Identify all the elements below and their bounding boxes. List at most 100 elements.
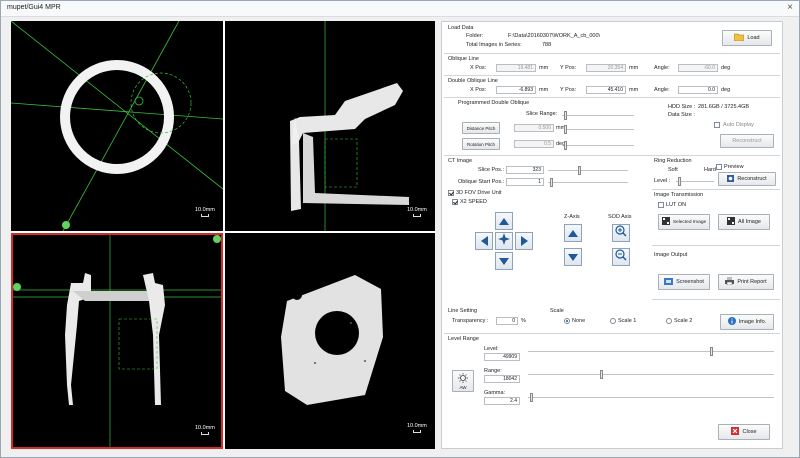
gamma-field[interactable]: 2.4 — [484, 397, 520, 405]
slider-thumb[interactable] — [578, 166, 581, 175]
slice-range-slider[interactable] — [562, 111, 634, 120]
range-slider[interactable] — [528, 370, 774, 379]
oblique-angle-field[interactable]: -60.0 — [678, 64, 718, 72]
level-field[interactable]: 49909 — [484, 353, 520, 361]
viewport-axial[interactable]: 10.0mm — [11, 21, 223, 231]
level-slider[interactable] — [528, 347, 774, 356]
print-report-button[interactable]: Print Report — [718, 274, 774, 290]
viewport-grid: 10.0mm 10.0mm 10.0mm 10.0mm — [11, 21, 435, 449]
selected-image-button[interactable]: Selected Image — [658, 214, 710, 230]
section-title: Line Setting — [448, 308, 478, 314]
move-right-button[interactable] — [515, 232, 533, 250]
zoom-out-button[interactable] — [612, 248, 630, 266]
zoom-in-button[interactable] — [612, 224, 630, 242]
section-title: Oblique Line — [448, 56, 479, 62]
x2-speed-checkbox[interactable] — [452, 199, 458, 205]
auto-window-button[interactable]: AW — [452, 370, 474, 392]
unit-label: mm — [539, 65, 549, 71]
printer-icon — [725, 277, 735, 287]
hdd-size-value: 281.6GB / 3725.4GB — [698, 104, 750, 110]
slider-thumb[interactable] — [564, 141, 567, 150]
slider-thumb[interactable] — [564, 125, 567, 134]
double-x-pos-field[interactable]: -6.893 — [496, 86, 536, 94]
move-up-button[interactable] — [495, 212, 513, 230]
rotation-pitch-slider[interactable] — [564, 141, 634, 150]
z-axis-label: Z-Axis — [564, 214, 580, 220]
distance-pitch-button[interactable]: Distance Pitch — [462, 122, 500, 134]
section-title: Double Oblique Line — [448, 78, 498, 84]
line-scale-section: Line Setting Transparency : 0 % Scale No… — [444, 306, 780, 334]
gamma-slider[interactable] — [528, 393, 774, 402]
lut-on-checkbox[interactable] — [658, 202, 664, 208]
move-left-button[interactable] — [475, 232, 493, 250]
slider-thumb[interactable] — [564, 111, 567, 120]
image-output-section: Image Output Screenshot Print Report — [652, 246, 780, 300]
oblique-start-field[interactable]: 1 — [506, 178, 544, 186]
section-title: Load Data — [448, 25, 474, 31]
folder-label: Folder: — [466, 33, 484, 39]
load-button[interactable]: Load — [722, 30, 772, 46]
scale-bar: 10.0mm — [407, 423, 427, 433]
oblique-x-pos-field[interactable]: 19.481 — [496, 64, 536, 72]
sod-axis-label: SOD Axis — [608, 214, 632, 220]
fov-drive-checkbox[interactable] — [448, 190, 454, 196]
zoom-in-icon — [615, 224, 627, 242]
scale-1-radio[interactable] — [610, 318, 616, 324]
distance-pitch-field[interactable]: 0.500 — [514, 124, 554, 132]
x-pos-label: X Pos: — [470, 87, 487, 93]
viewport-coronal[interactable]: 10.0mm — [225, 21, 435, 231]
z-axis-up-button[interactable] — [564, 224, 582, 242]
range-field[interactable]: 18042 — [484, 375, 520, 383]
slice-pos-label: Slice Pos.: — [478, 167, 504, 173]
angle-label: Angle: — [654, 65, 670, 71]
slice-pos-slider[interactable] — [548, 166, 628, 175]
arrow-right-icon — [520, 236, 528, 246]
double-angle-field[interactable]: 0.0 — [678, 86, 718, 94]
unit-label: mm — [629, 65, 639, 71]
ring-level-slider[interactable] — [676, 177, 714, 186]
slider-thumb[interactable] — [530, 393, 533, 402]
window-close-icon[interactable]: × — [787, 2, 793, 13]
image-info-button[interactable]: Image Info. — [720, 314, 774, 330]
viewport-sagittal-selected[interactable]: 10.0mm — [11, 233, 223, 449]
hdd-size-label: HDD Size : — [668, 104, 696, 110]
all-image-button[interactable]: All Image — [718, 214, 770, 230]
auto-display-checkbox[interactable] — [714, 122, 720, 128]
close-button[interactable]: Close — [718, 424, 770, 440]
angle-label: Angle: — [654, 87, 670, 93]
total-images-label: Total Images in Series: — [466, 42, 522, 48]
slice-range-label: Slice Range: — [526, 111, 558, 117]
unit-label: deg — [721, 87, 731, 93]
scale-none-radio[interactable] — [564, 318, 570, 324]
slider-thumb[interactable] — [710, 347, 713, 356]
rotation-pitch-button[interactable]: Rotation Pitch — [462, 138, 500, 150]
slice-pos-field[interactable]: 323 — [506, 166, 544, 174]
slider-thumb[interactable] — [678, 177, 681, 186]
auto-display-label: Auto Display — [723, 122, 754, 128]
z-axis-down-button[interactable] — [564, 248, 582, 266]
viewport-oblique[interactable]: 10.0mm — [225, 233, 435, 449]
fov-drive-label: 3D FOV Drive Unit — [456, 190, 502, 196]
preview-checkbox[interactable] — [716, 164, 722, 170]
slider-thumb[interactable] — [600, 370, 603, 379]
distance-pitch-slider[interactable] — [564, 125, 634, 134]
transparency-field[interactable]: 0 — [496, 317, 518, 325]
scale-2-radio[interactable] — [666, 318, 672, 324]
center-button[interactable] — [495, 232, 513, 250]
double-y-pos-field[interactable]: 45.410 — [586, 86, 626, 94]
slider-thumb[interactable] — [550, 178, 553, 187]
section-title: Ring Reduction — [654, 158, 692, 164]
crosshair-icon — [498, 232, 510, 250]
rotation-pitch-field[interactable]: 0.5 — [514, 140, 554, 148]
screenshot-button[interactable]: Screenshot — [658, 274, 710, 290]
oblique-start-slider[interactable] — [548, 178, 628, 187]
application-window: mupet/Gui4 MPR × 10.0mm 10.0mm 10.0mm 10… — [0, 0, 800, 458]
axial-slice-image — [11, 21, 223, 231]
arrow-up-icon — [499, 217, 509, 225]
move-down-button[interactable] — [495, 252, 513, 270]
oblique-y-pos-field[interactable]: 20.354 — [586, 64, 626, 72]
reconstruct-disabled-button[interactable]: Reconstruct — [720, 134, 774, 148]
reconstruct-icon — [727, 174, 735, 184]
ring-reconstruct-button[interactable]: Reconstruct — [718, 172, 776, 186]
folder-icon — [734, 33, 745, 43]
